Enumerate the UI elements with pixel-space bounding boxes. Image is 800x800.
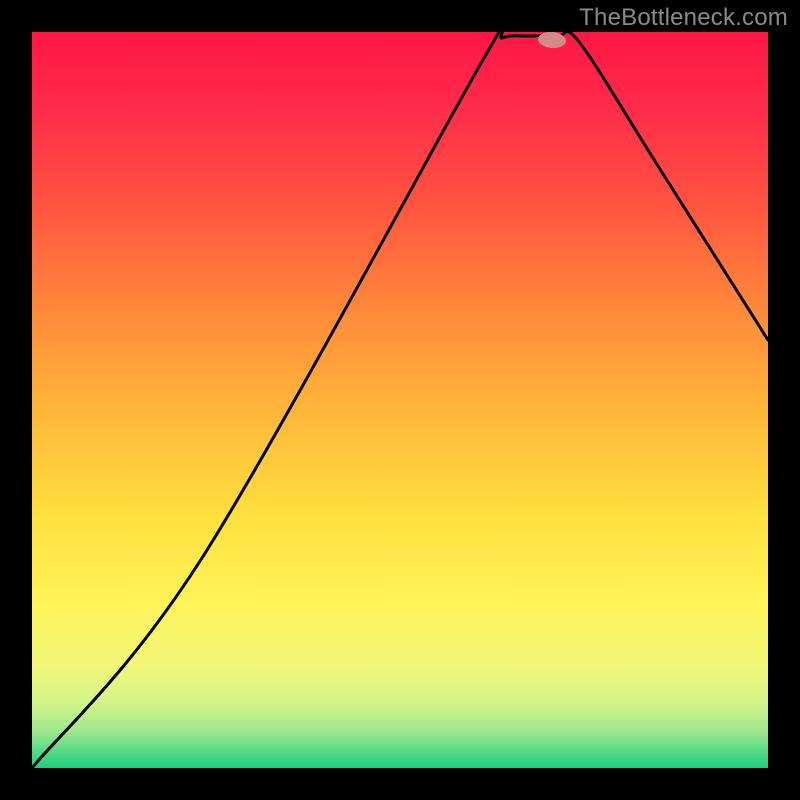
watermark-text: TheBottleneck.com xyxy=(579,4,788,32)
curve-layer xyxy=(32,32,768,768)
bottleneck-curve xyxy=(32,32,768,768)
chart-frame: TheBottleneck.com xyxy=(0,0,800,800)
plot-area xyxy=(32,32,768,768)
